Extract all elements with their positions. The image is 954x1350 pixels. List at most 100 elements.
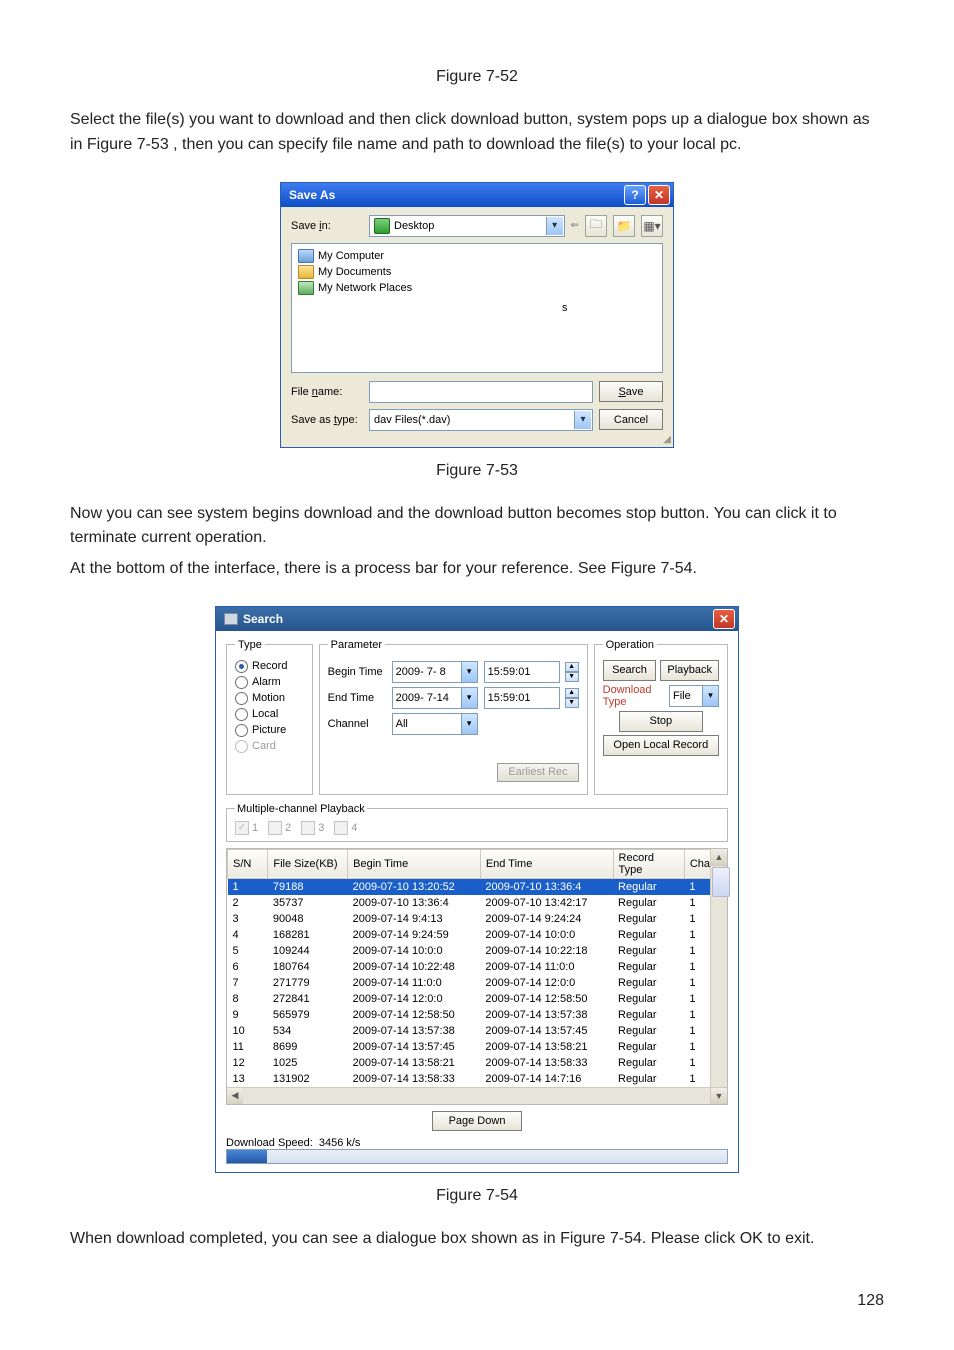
scroll-left-icon[interactable]: ◀ [227, 1088, 243, 1104]
cell-rt: Regular [613, 878, 684, 895]
table-row[interactable]: 131319022009-07-14 13:58:332009-07-14 14… [228, 1071, 727, 1087]
table-row[interactable]: 51092442009-07-14 10:0:02009-07-14 10:22… [228, 943, 727, 959]
multichannel-legend: Multiple-channel Playback [235, 803, 367, 815]
savein-combo[interactable]: Desktop ▾ [369, 215, 565, 237]
table-row[interactable]: 41682812009-07-14 9:24:592009-07-14 10:0… [228, 927, 727, 943]
cell-rt: Regular [613, 911, 684, 927]
search-titlebar[interactable]: Search ✕ [216, 607, 738, 631]
type-motion-radio[interactable]: Motion [235, 692, 304, 705]
table-row[interactable]: 1210252009-07-14 13:58:212009-07-14 13:5… [228, 1055, 727, 1071]
cell-bt: 2009-07-14 9:4:13 [348, 911, 481, 927]
results-table[interactable]: S/N File Size(KB) Begin Time End Time Re… [227, 849, 727, 1087]
scroll-down-icon[interactable]: ▼ [711, 1087, 727, 1104]
dropdown-icon[interactable]: ▾ [461, 688, 477, 708]
cell-rt: Regular [613, 927, 684, 943]
type-alarm-radio[interactable]: Alarm [235, 676, 304, 689]
channel-select[interactable]: All▾ [392, 713, 478, 735]
spin-up-icon[interactable]: ▲ [565, 662, 579, 672]
up-folder-icon[interactable]: 🗀 [585, 215, 607, 237]
end-date-input[interactable]: 2009- 7-14▾ [392, 687, 478, 709]
operation-legend: Operation [603, 639, 657, 651]
mc-check-4: 4 [334, 821, 357, 835]
scroll-up-icon[interactable]: ▲ [711, 849, 727, 866]
cell-bt: 2009-07-14 13:58:33 [348, 1071, 481, 1087]
type-group: Type Record Alarm Motion Local Picture C… [226, 639, 313, 795]
end-time-label: End Time [328, 692, 386, 704]
multichannel-group: Multiple-channel Playback ✓1 2 3 4 [226, 803, 728, 842]
spin-down-icon[interactable]: ▼ [565, 698, 579, 708]
list-item[interactable]: My Documents [298, 264, 656, 280]
col-recordtype[interactable]: Record Type [613, 849, 684, 878]
savein-dropdown-icon[interactable]: ▾ [546, 217, 563, 235]
close-icon[interactable]: ✕ [648, 185, 670, 205]
type-picture-radio[interactable]: Picture [235, 724, 304, 737]
table-row[interactable]: 95659792009-07-14 12:58:502009-07-14 13:… [228, 1007, 727, 1023]
table-row[interactable]: 82728412009-07-14 12:0:02009-07-14 12:58… [228, 991, 727, 1007]
progress-fill [227, 1150, 267, 1163]
new-folder-icon[interactable]: 📁 [613, 215, 635, 237]
saveastype-dropdown-icon[interactable]: ▾ [574, 411, 591, 429]
scroll-thumb[interactable] [712, 867, 730, 897]
saveas-titlebar[interactable]: Save As ? ✕ [281, 183, 673, 207]
dropdown-icon[interactable]: ▾ [461, 662, 477, 682]
table-row[interactable]: 72717792009-07-14 11:0:02009-07-14 12:0:… [228, 975, 727, 991]
saveas-dialog: Save As ? ✕ Save in: Desktop ▾ ⇐ 🗀 📁 ▦▾ [280, 182, 674, 448]
begin-time-input[interactable]: 15:59:01 [484, 661, 560, 683]
type-record-radio[interactable]: Record [235, 660, 304, 673]
cell-sn: 12 [228, 1055, 268, 1071]
close-icon[interactable]: ✕ [713, 609, 735, 629]
col-filesize[interactable]: File Size(KB) [268, 849, 348, 878]
col-begintime[interactable]: Begin Time [348, 849, 481, 878]
begin-time-label: Begin Time [328, 666, 386, 678]
page-down-button[interactable]: Page Down [432, 1111, 522, 1131]
spin-up-icon[interactable]: ▲ [565, 688, 579, 698]
cell-fs: 90048 [268, 911, 348, 927]
type-local-radio[interactable]: Local [235, 708, 304, 721]
saveastype-combo[interactable]: dav Files(*.dav) ▾ [369, 409, 593, 431]
desktop-icon [374, 218, 390, 234]
playback-button[interactable]: Playback [660, 660, 719, 681]
parameter-legend: Parameter [328, 639, 385, 651]
begin-date-input[interactable]: 2009- 7- 8▾ [392, 661, 478, 683]
cell-sn: 1 [228, 878, 268, 895]
help-button-icon[interactable]: ? [624, 185, 646, 205]
col-endtime[interactable]: End Time [480, 849, 613, 878]
resize-grip-icon[interactable]: ◢ [663, 434, 671, 445]
table-row[interactable]: 1791882009-07-10 13:20:522009-07-10 13:3… [228, 878, 727, 895]
col-sn[interactable]: S/N [228, 849, 268, 878]
back-arrow-icon[interactable]: ⇐ [571, 220, 579, 231]
table-row[interactable]: 105342009-07-14 13:57:382009-07-14 13:57… [228, 1023, 727, 1039]
table-row[interactable]: 3900482009-07-14 9:4:132009-07-14 9:24:2… [228, 911, 727, 927]
cell-rt: Regular [613, 975, 684, 991]
save-button[interactable]: Save [599, 381, 663, 402]
cell-fs: 1025 [268, 1055, 348, 1071]
cell-fs: 168281 [268, 927, 348, 943]
table-row[interactable]: 2357372009-07-10 13:36:42009-07-10 13:42… [228, 895, 727, 911]
cell-fs: 534 [268, 1023, 348, 1039]
h-scrollbar[interactable]: ◀ ▶ [227, 1087, 727, 1104]
figure-caption-52: Figure 7-52 [70, 68, 884, 86]
stop-button[interactable]: Stop [619, 711, 703, 732]
dropdown-icon[interactable]: ▾ [702, 686, 718, 706]
begin-time-spinner[interactable]: ▲▼ [565, 662, 579, 682]
cancel-button[interactable]: Cancel [599, 409, 663, 430]
dropdown-icon[interactable]: ▾ [461, 714, 477, 734]
filename-input[interactable] [369, 381, 593, 403]
view-menu-icon[interactable]: ▦▾ [641, 215, 663, 237]
cell-bt: 2009-07-14 13:58:21 [348, 1055, 481, 1071]
table-row[interactable]: 61807642009-07-14 10:22:482009-07-14 11:… [228, 959, 727, 975]
cell-sn: 3 [228, 911, 268, 927]
cell-rt: Regular [613, 959, 684, 975]
v-scrollbar[interactable]: ▲ ▼ [710, 849, 727, 1104]
search-button[interactable]: Search [603, 660, 657, 681]
download-type-select[interactable]: File▾ [669, 685, 719, 707]
open-local-record-button[interactable]: Open Local Record [603, 735, 719, 756]
end-time-input[interactable]: 15:59:01 [484, 687, 560, 709]
cell-fs: 271779 [268, 975, 348, 991]
list-item[interactable]: My Computer [298, 248, 656, 264]
saveas-file-list[interactable]: My Computer My Documents My Network Plac… [291, 243, 663, 373]
spin-down-icon[interactable]: ▼ [565, 672, 579, 682]
end-time-spinner[interactable]: ▲▼ [565, 688, 579, 708]
list-item[interactable]: My Network Places [298, 280, 656, 296]
table-row[interactable]: 1186992009-07-14 13:57:452009-07-14 13:5… [228, 1039, 727, 1055]
